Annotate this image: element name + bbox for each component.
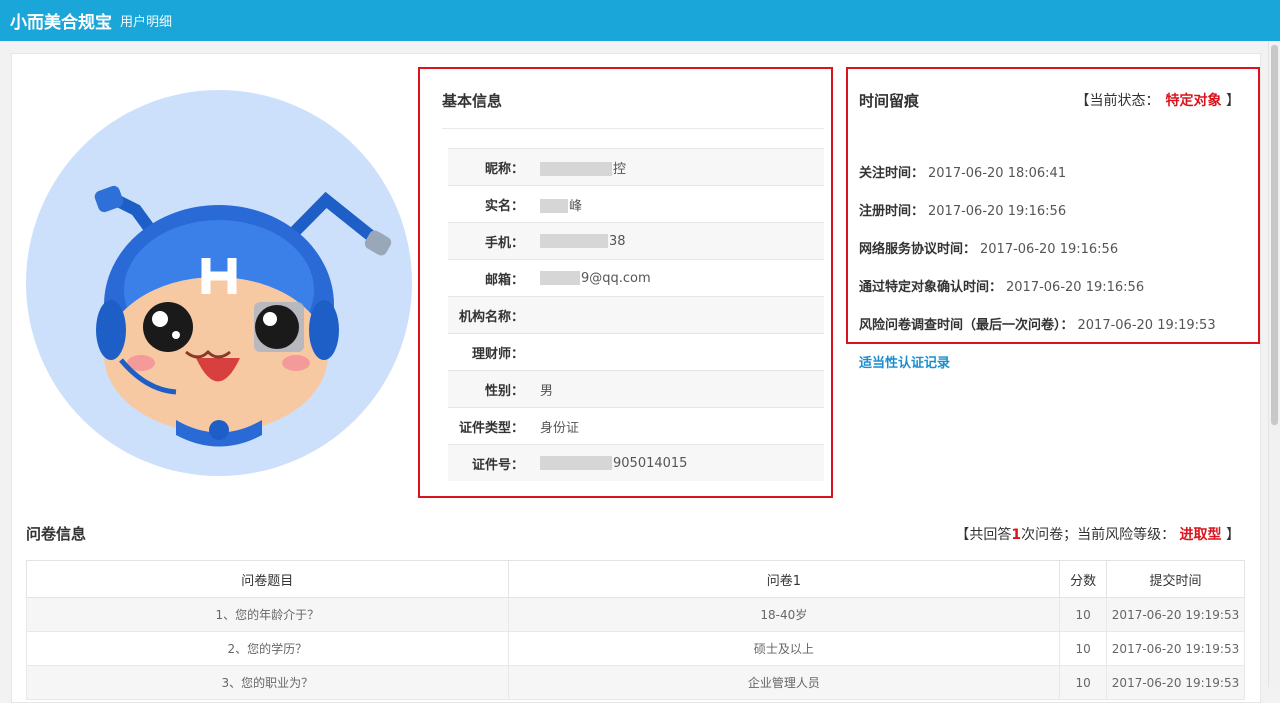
- info-row: 证件类型： 身份证: [448, 407, 824, 444]
- score-cell: 10: [1059, 631, 1108, 666]
- info-value: 峰: [569, 198, 583, 214]
- page-name: 用户明细: [120, 15, 173, 30]
- info-row: 实名： 峰: [448, 185, 824, 222]
- summary-mid: 次问卷；当前风险等级：: [1021, 527, 1176, 543]
- top-bar: 小而美合规宝 用户明细: [0, 0, 1280, 41]
- time-row: 网络服务协议时间： 2017-06-20 19:16:56: [859, 238, 1118, 257]
- time-value: 2017-06-20 19:16:56: [928, 204, 1067, 219]
- user-avatar: [26, 90, 412, 476]
- summary-count: 1: [1011, 527, 1022, 543]
- col-header-score: 分数: [1059, 560, 1108, 598]
- info-row: 证件号： 905014015: [448, 444, 824, 481]
- info-label: 证件类型：: [458, 420, 524, 436]
- suitability-record-link[interactable]: 适当性认证记录: [859, 352, 950, 371]
- time-value: 2017-06-20 19:19:53: [1077, 318, 1216, 333]
- table-row: 1、您的年龄介于？ 18-40岁 10 2017-06-20 19:19:53: [26, 597, 1245, 632]
- info-value-wrap: 峰: [540, 195, 582, 214]
- summary-suffix: 】: [1226, 527, 1240, 543]
- info-value: 男: [540, 383, 554, 399]
- time-row: 关注时间： 2017-06-20 18:06:41: [859, 162, 1066, 181]
- questionnaire-table: 问卷题目 问卷1 分数 提交时间 1、您的年龄介于？ 18-40岁 10 2017-0…: [26, 560, 1245, 700]
- info-value-wrap: 9@qq.com: [540, 271, 651, 286]
- question-cell: 2、您的学历？: [26, 631, 509, 666]
- score-cell: 10: [1059, 665, 1108, 700]
- privacy-mask: [540, 199, 568, 213]
- time-row: 风险问卷调查时间（最后一次问卷）： 2017-06-20 19:19:53: [859, 314, 1216, 333]
- time-label: 关注时间：: [859, 166, 925, 181]
- basic-info-title: 基本信息: [442, 92, 503, 110]
- info-label: 证件号：: [471, 457, 524, 473]
- summary-prefix: 【共回答: [955, 527, 1012, 543]
- privacy-mask: [540, 234, 608, 248]
- time-row: 通过特定对象确认时间： 2017-06-20 19:16:56: [859, 276, 1144, 295]
- basic-info-divider: [442, 128, 824, 129]
- time-label: 网络服务协议时间：: [859, 242, 977, 257]
- table-header-row: 问卷题目 问卷1 分数 提交时间: [26, 560, 1245, 598]
- col-header-question: 问卷题目: [26, 560, 509, 598]
- info-value-wrap: 905014015: [540, 456, 687, 471]
- time-label: 风险问卷调查时间（最后一次问卷）：: [859, 318, 1074, 333]
- info-label: 性别：: [484, 383, 524, 399]
- info-label: 手机：: [484, 235, 524, 251]
- info-row: 机构名称：: [448, 296, 824, 333]
- info-value: 身份证: [540, 420, 580, 436]
- info-row: 手机： 38: [448, 222, 824, 259]
- scrollbar-thumb[interactable]: [1271, 45, 1278, 425]
- questionnaire-summary: 【共回答1次问卷；当前风险等级： 进取型 】: [955, 524, 1240, 544]
- info-value: 905014015: [613, 455, 688, 471]
- info-value: 控: [613, 161, 627, 177]
- answer-cell: 企业管理人员: [507, 665, 1061, 700]
- info-value: 9@qq.com: [581, 270, 651, 286]
- app-name: 小而美合规宝: [10, 13, 112, 33]
- info-value-wrap: 男: [540, 380, 553, 399]
- status-suffix: 】: [1226, 93, 1240, 109]
- submit-time-cell: 2017-06-20 19:19:53: [1106, 631, 1245, 666]
- privacy-mask: [540, 456, 612, 470]
- time-label: 注册时间：: [859, 204, 925, 219]
- risk-level: 进取型: [1179, 527, 1222, 543]
- info-row: 昵称： 控: [448, 148, 824, 185]
- info-row: 性别： 男: [448, 370, 824, 407]
- info-label: 邮箱：: [484, 272, 524, 288]
- submit-time-cell: 2017-06-20 19:19:53: [1106, 597, 1245, 632]
- time-label: 通过特定对象确认时间：: [859, 280, 1003, 295]
- time-value: 2017-06-20 19:16:56: [980, 242, 1119, 257]
- question-cell: 1、您的年龄介于？: [26, 597, 509, 632]
- current-status: 【当前状态： 特定对象 】: [1076, 90, 1240, 110]
- mascot-avatar-icon: [94, 185, 392, 447]
- privacy-mask: [540, 162, 612, 176]
- col-header-answer: 问卷1: [507, 560, 1061, 598]
- info-value-wrap: 38: [540, 234, 626, 249]
- info-value-wrap: 控: [540, 158, 626, 177]
- question-cell: 3、您的职业为？: [26, 665, 509, 700]
- answer-cell: 18-40岁: [507, 597, 1061, 632]
- privacy-mask: [540, 271, 580, 285]
- score-cell: 10: [1059, 597, 1108, 632]
- vertical-scrollbar[interactable]: [1268, 41, 1280, 687]
- answer-cell: 硕士及以上: [507, 631, 1061, 666]
- time-trace-title: 时间留痕: [859, 92, 920, 110]
- col-header-submit-time: 提交时间: [1106, 560, 1245, 598]
- info-label: 实名：: [484, 198, 524, 214]
- submit-time-cell: 2017-06-20 19:19:53: [1106, 665, 1245, 700]
- info-label: 机构名称：: [458, 309, 524, 325]
- status-value: 特定对象: [1165, 93, 1222, 109]
- info-label: 昵称：: [484, 161, 524, 177]
- status-prefix: 【当前状态：: [1075, 93, 1160, 109]
- info-value-wrap: 身份证: [540, 417, 579, 436]
- time-value: 2017-06-20 19:16:56: [1006, 280, 1145, 295]
- info-row: 邮箱： 9@qq.com: [448, 259, 824, 296]
- table-row: 2、您的学历？ 硕士及以上 10 2017-06-20 19:19:53: [26, 631, 1245, 666]
- time-row: 注册时间： 2017-06-20 19:16:56: [859, 200, 1066, 219]
- info-label: 理财师：: [471, 346, 524, 362]
- time-value: 2017-06-20 18:06:41: [928, 166, 1067, 181]
- questionnaire-title: 问卷信息: [26, 525, 87, 543]
- info-row: 理财师：: [448, 333, 824, 370]
- table-row: 3、您的职业为？ 企业管理人员 10 2017-06-20 19:19:53: [26, 665, 1245, 700]
- info-value: 38: [609, 233, 626, 249]
